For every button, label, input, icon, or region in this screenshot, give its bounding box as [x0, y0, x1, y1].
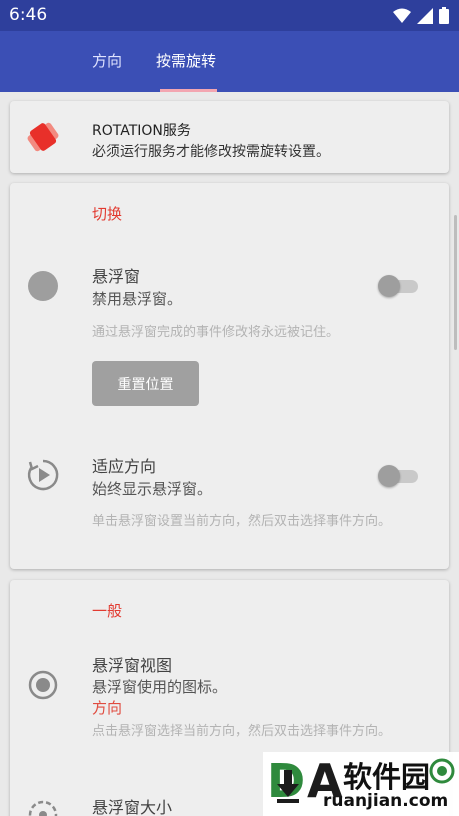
adapt-orientation-title[interactable]: 适应方向 — [92, 453, 156, 477]
floating-view-summary: 悬浮窗使用的图标。 — [92, 678, 228, 696]
service-summary: 必须运行服务才能修改按需旋转设置。 — [92, 144, 330, 160]
wifi-icon — [393, 8, 411, 23]
floating-size-title[interactable]: 悬浮窗大小 — [92, 794, 172, 816]
radio-button-icon — [28, 670, 58, 700]
floating-window-toggle[interactable] — [378, 274, 420, 298]
download-arrow-icon — [277, 770, 299, 803]
scrollbar[interactable] — [454, 215, 457, 350]
floating-window-icon — [28, 271, 58, 301]
floating-view-description: 点击悬浮窗选择当前方向，然后双击选择事件方向。 — [92, 724, 392, 739]
floating-size-icon — [28, 800, 58, 816]
battery-icon — [439, 7, 449, 24]
adapt-orientation-icon — [27, 459, 59, 491]
toggle-thumb — [378, 275, 400, 297]
adapt-orientation-description: 单击悬浮窗设置当前方向，然后双击选择事件方向。 — [92, 514, 392, 529]
floating-window-title[interactable]: 悬浮窗 — [92, 263, 140, 287]
toggle-thumb — [378, 465, 400, 487]
watermark-name: 软件园 — [343, 760, 431, 794]
watermark-logo: D A 软件园 ruanjian.com — [263, 752, 459, 816]
rotation-app-icon — [27, 122, 59, 152]
app-bar: 方向 按需旋转 — [0, 31, 459, 92]
tab-indicator — [160, 89, 217, 92]
service-card[interactable]: ROTATION服务 必须运行服务才能修改按需旋转设置。 — [10, 101, 449, 173]
toggle-section-card: 切换 悬浮窗 禁用悬浮窗。 通过悬浮窗完成的事件修改将永远被记住。 重置位置 适… — [10, 183, 449, 569]
signal-icon — [417, 7, 433, 24]
status-bar: 6:46 — [0, 0, 459, 31]
floating-view-value: 方向 — [92, 699, 123, 717]
section-header-general: 一般 — [92, 602, 123, 620]
adapt-orientation-summary: 始终显示悬浮窗。 — [92, 480, 213, 498]
adapt-orientation-toggle[interactable] — [378, 464, 420, 488]
section-header-toggle: 切换 — [92, 205, 123, 223]
floating-view-title[interactable]: 悬浮窗视图 — [92, 652, 172, 676]
floating-window-summary: 禁用悬浮窗。 — [92, 290, 183, 308]
status-icons — [393, 7, 449, 24]
reset-position-button[interactable]: 重置位置 — [92, 361, 199, 406]
watermark-badge-icon — [429, 758, 455, 784]
watermark-url: ruanjian.com — [323, 791, 449, 811]
service-title: ROTATION服务 — [92, 123, 191, 139]
tab-orientation[interactable]: 方向 — [92, 31, 122, 92]
status-time: 6:46 — [9, 5, 48, 25]
floating-window-description: 通过悬浮窗完成的事件修改将永远被记住。 — [92, 325, 340, 340]
tab-on-demand-rotation[interactable]: 按需旋转 — [156, 31, 216, 92]
